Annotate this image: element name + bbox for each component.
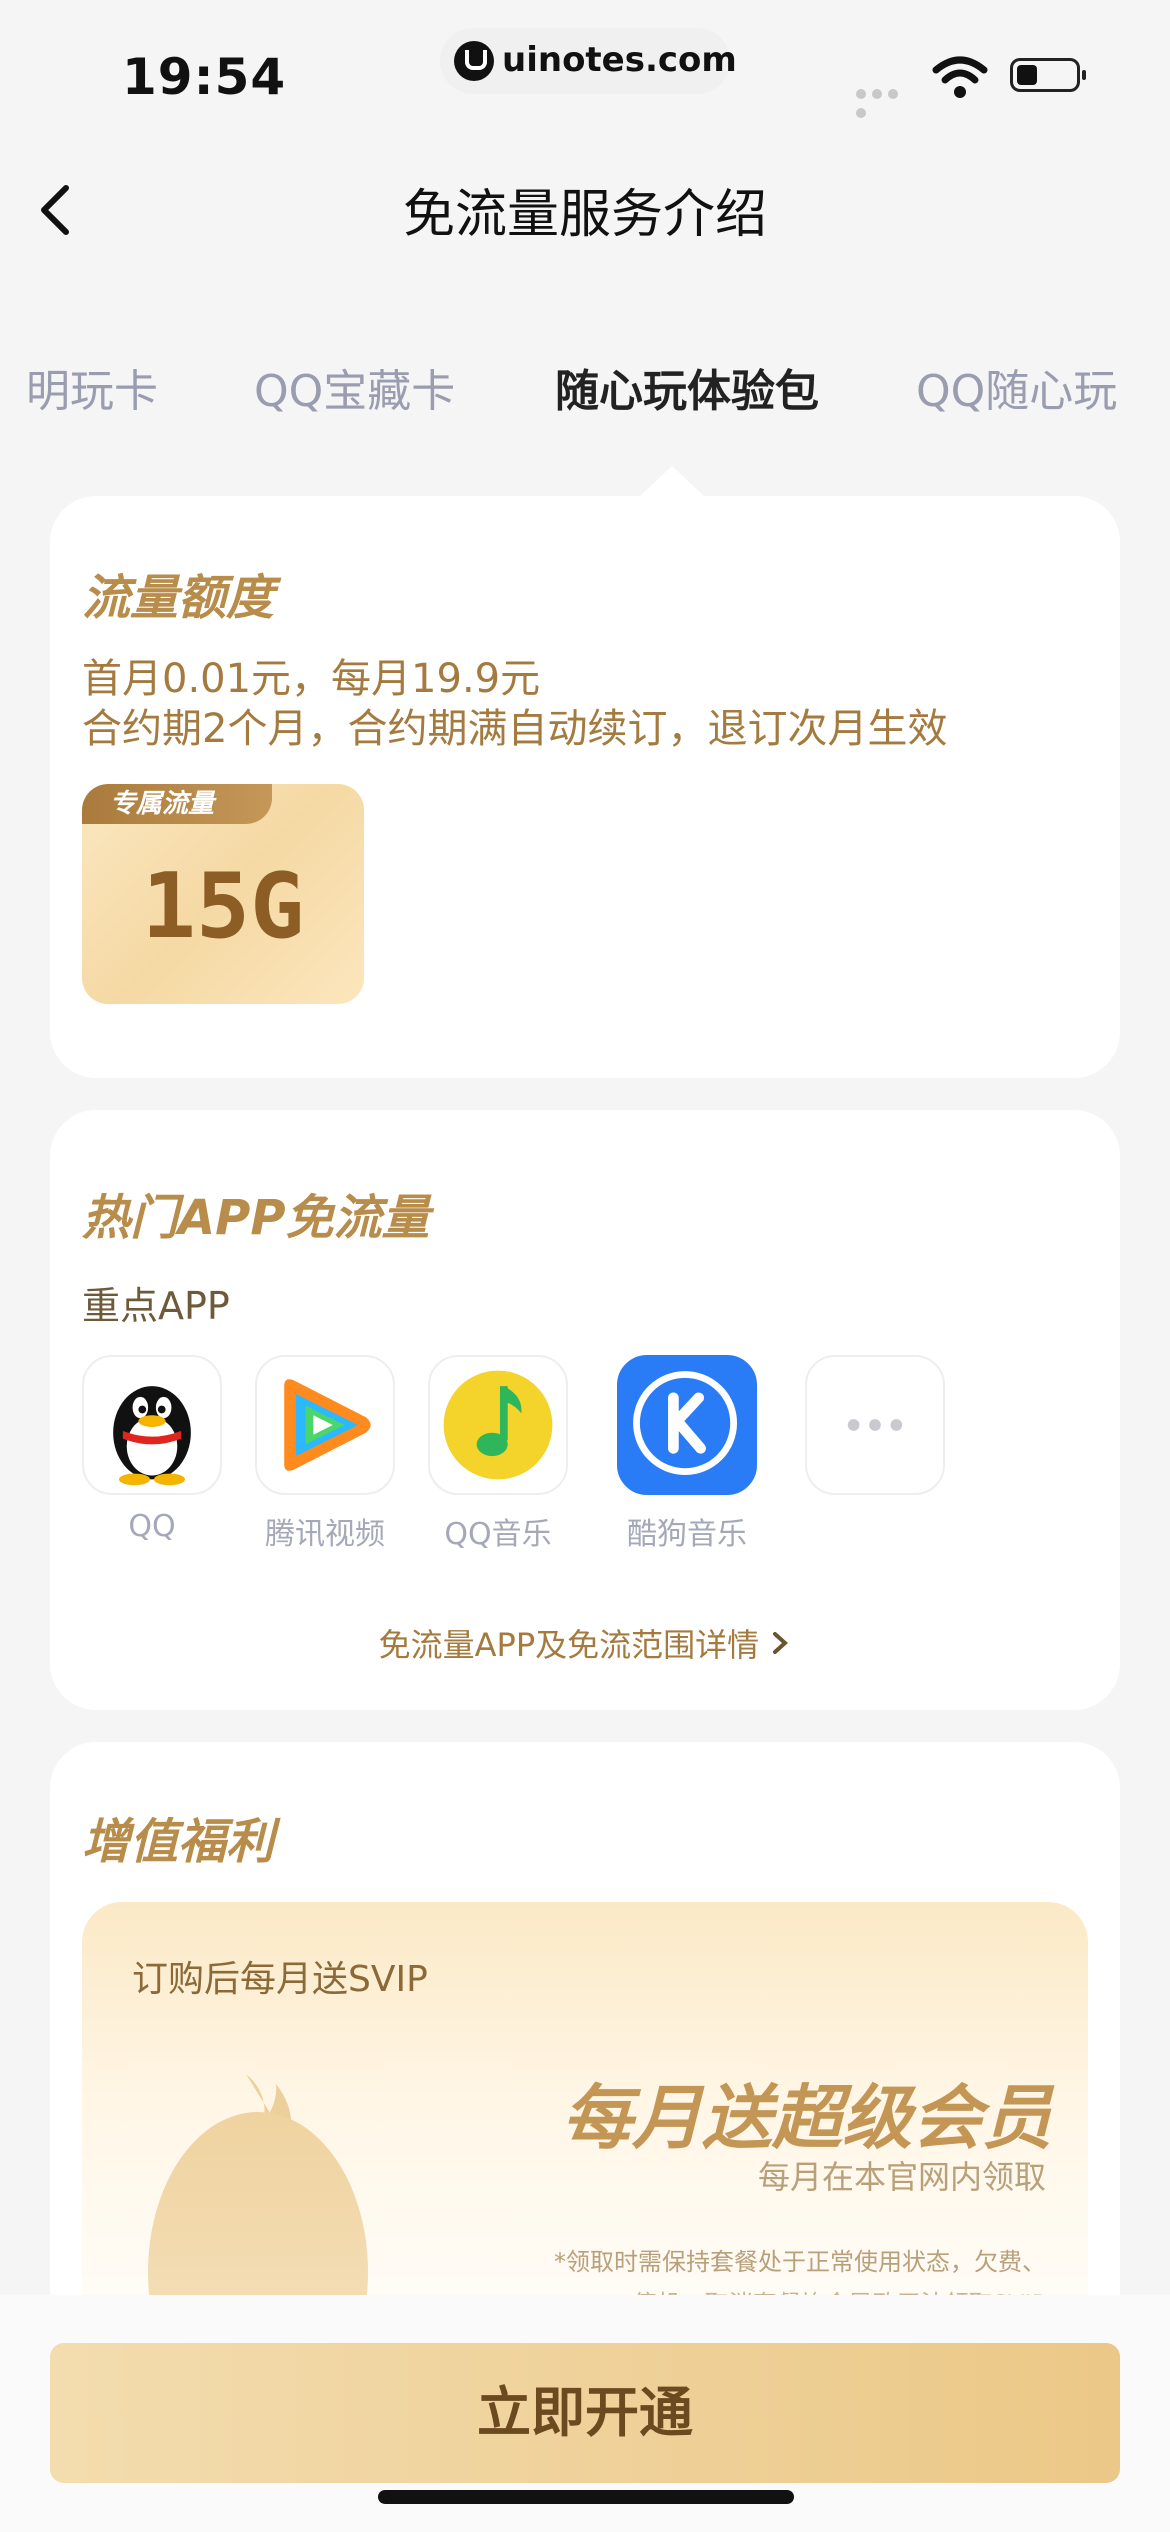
app-item-qq-music[interactable]: QQ音乐 (413, 1355, 583, 1553)
benefit-title: 增值福利 (82, 1814, 275, 1870)
tab-item[interactable]: QQ宝藏卡 (254, 355, 455, 419)
quota-badge: 专属流量 15G (82, 784, 364, 1004)
svip-note: *领取时需保持套餐处于正常使用状态，欠费、 (554, 2248, 1046, 2276)
signal-icon (856, 84, 918, 118)
app-detail-link[interactable]: 免流量APP及免流范围详情 (50, 1620, 1120, 1666)
open-now-button[interactable]: 立即开通 (50, 2343, 1120, 2483)
quota-card: 流量额度 首月0.01元，每月19.9元 合约期2个月，合约期满自动续订，退订次… (50, 496, 1120, 1078)
quota-contract: 合约期2个月，合约期满自动续订，退订次月生效 (82, 706, 948, 752)
chevron-right-icon (769, 1628, 791, 1666)
badge-ribbon: 专属流量 (82, 784, 272, 824)
svip-caption: 每月在本官网内领取 (757, 2158, 1046, 2196)
tab-bar: 明玩卡 QQ宝藏卡 随心玩体验包 QQ随心玩 (0, 355, 1170, 435)
site-logo-icon (454, 41, 494, 81)
apps-card: 热门APP免流量 重点APP QQ 腾讯视频 QQ音乐 酷狗音乐 免流量APP及… (50, 1110, 1120, 1710)
app-label: 腾讯视频 (265, 1517, 385, 1552)
svip-subtitle: 订购后每月送SVIP (132, 1959, 428, 2000)
tab-item[interactable]: QQ随心玩 (916, 355, 1117, 419)
qq-penguin-icon (82, 1355, 222, 1495)
status-bar: 19:54 uinotes.com (0, 0, 1170, 140)
app-label: 酷狗音乐 (627, 1517, 747, 1552)
app-item-more[interactable] (790, 1355, 960, 1509)
svip-headline: 每月送超级会员 (562, 2077, 1052, 2159)
quota-title: 流量额度 (82, 570, 275, 626)
app-item-qq[interactable]: QQ (67, 1355, 237, 1544)
app-label: QQ音乐 (444, 1517, 552, 1552)
status-time: 19:54 (122, 48, 287, 106)
url-text[interactable]: uinotes.com (502, 40, 737, 80)
tab-item-active[interactable]: 随心玩体验包 (555, 355, 819, 419)
app-list: QQ 腾讯视频 QQ音乐 酷狗音乐 (82, 1355, 1082, 1555)
kugou-music-icon (617, 1355, 757, 1495)
tab-item[interactable]: 明玩卡 (26, 355, 158, 419)
home-indicator (378, 2490, 794, 2504)
qq-music-icon (428, 1355, 568, 1495)
more-icon (805, 1355, 945, 1495)
tencent-video-icon (255, 1355, 395, 1495)
app-item-tencent-video[interactable]: 腾讯视频 (240, 1355, 410, 1553)
apps-title: 热门APP免流量 (82, 1190, 430, 1246)
active-tab-indicator (640, 466, 704, 496)
app-label: QQ (128, 1509, 176, 1544)
page-title: 免流量服务介绍 (402, 185, 767, 245)
battery-icon (1010, 58, 1086, 92)
app-item-kugou[interactable]: 酷狗音乐 (602, 1355, 772, 1553)
wifi-icon (932, 56, 988, 98)
badge-amount: 15G (141, 854, 305, 959)
apps-subtitle: 重点APP (82, 1284, 230, 1328)
detail-link-text: 免流量APP及免流范围详情 (378, 1626, 760, 1664)
